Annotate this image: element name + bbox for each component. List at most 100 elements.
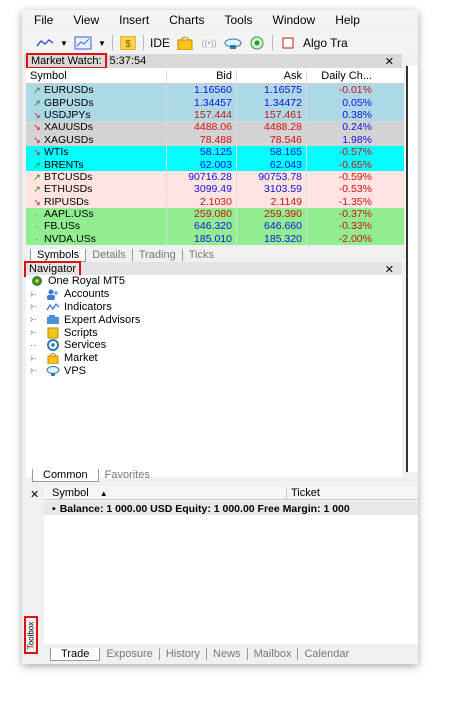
menu-help[interactable]: Help: [327, 13, 368, 27]
table-row[interactable]: ↘ XAUUSDs 4488.06 4488.28 0.24%: [26, 121, 404, 134]
ask-cell: 3103.59: [236, 183, 306, 196]
close-icon[interactable]: ✕: [30, 488, 39, 501]
tab-news[interactable]: News: [207, 648, 248, 660]
change-cell: 1.98%: [306, 133, 378, 146]
table-row[interactable]: · AAPL.USs 259.080 259.390 -0.37%: [26, 207, 404, 221]
menu-view[interactable]: View: [65, 13, 107, 27]
toolbar-separator: [143, 35, 144, 51]
menu-insert[interactable]: Insert: [111, 13, 157, 27]
toolbox-tabs: Trade Exposure History News Mailbox Cale…: [50, 646, 355, 662]
expand-icon[interactable]: ›·: [30, 301, 46, 312]
signals-icon[interactable]: ((•)): [200, 35, 218, 51]
column-header-ticket[interactable]: Ticket: [286, 486, 320, 499]
navigator-item-label: Services: [64, 339, 107, 352]
change-cell: -0.53%: [306, 183, 378, 196]
table-row[interactable]: · FB.USs 646.320 646.660 -0.33%: [26, 220, 404, 233]
column-header-bid[interactable]: Bid: [166, 69, 236, 82]
arrow-up-icon: ↗: [33, 97, 41, 108]
table-row[interactable]: ↘ RIPUSDs 2.1030 2.1149 -1.35%: [26, 195, 404, 208]
accounts-icon: [46, 288, 60, 301]
navigator-item-label: Market: [64, 352, 98, 365]
expand-icon[interactable]: ›·: [30, 289, 46, 300]
dot-icon: ·: [35, 233, 39, 244]
menu-file[interactable]: File: [26, 13, 61, 27]
symbol-cell: ↗ EURUSDs: [26, 84, 166, 96]
community-icon[interactable]: [248, 35, 266, 51]
tab-mailbox[interactable]: Mailbox: [248, 648, 299, 660]
column-header-symbol[interactable]: Symbol ▲: [44, 487, 286, 499]
vps-cloud-icon[interactable]: [224, 35, 242, 51]
navigator-item-vps[interactable]: ›· VPS: [26, 365, 402, 378]
chevron-down-icon[interactable]: ▼: [98, 35, 106, 51]
symbol-cell: ↘ WTIs: [26, 146, 166, 158]
ask-cell: 2.1149: [236, 195, 306, 208]
expand-icon[interactable]: ›·: [30, 327, 46, 338]
algo-trading-icon[interactable]: [279, 35, 297, 51]
ask-cell: 62.043: [236, 158, 306, 171]
mt5-logo-icon: [30, 275, 44, 287]
expand-icon[interactable]: ›·: [30, 353, 46, 364]
tab-ticks[interactable]: Ticks: [183, 249, 220, 261]
market-bag-icon[interactable]: [176, 35, 194, 51]
chart-window-icon[interactable]: [74, 35, 92, 51]
ide-button[interactable]: IDE: [150, 36, 170, 50]
navigator-item-market[interactable]: ›· Market: [26, 352, 402, 365]
navigator-item-expert-advisors[interactable]: ›· Expert Advisors: [26, 313, 402, 326]
tab-history[interactable]: History: [160, 648, 208, 660]
vps-icon: [46, 365, 60, 377]
column-header-daily-change[interactable]: Daily Ch...: [306, 69, 378, 82]
toolbar: ▼ ▼ $ IDE ((•)) Algo Tra: [22, 32, 418, 54]
table-row[interactable]: ↘ XAGUSDs 78.488 78.546 1.98%: [26, 133, 404, 146]
table-row[interactable]: ↘ WTIs 58.125 58.165 -0.57%: [26, 145, 404, 159]
ask-cell: 58.165: [236, 146, 306, 159]
tab-exposure[interactable]: Exposure: [100, 648, 160, 660]
column-header-ask[interactable]: Ask: [236, 69, 306, 82]
tab-details[interactable]: Details: [86, 249, 133, 262]
table-row[interactable]: ↗ EURUSDs 1.16560 1.16575 -0.01%: [26, 84, 404, 97]
table-row[interactable]: ↗ ETHUSDs 3099.49 3103.59 -0.53%: [26, 183, 404, 196]
toolbox-vertical-tab[interactable]: Toolbox: [24, 616, 38, 654]
symbol-name: NVDA.USs: [44, 232, 96, 245]
tab-common[interactable]: Common: [32, 468, 99, 482]
symbol-cell: · FB.USs: [26, 220, 166, 232]
symbol-cell: ↘ XAGUSDs: [26, 134, 166, 146]
menu-charts[interactable]: Charts: [161, 13, 212, 27]
chevron-down-icon[interactable]: ▼: [60, 35, 68, 51]
table-row[interactable]: ↗ GBPUSDs 1.34457 1.34472 0.05%: [26, 96, 404, 109]
tab-calendar[interactable]: Calendar: [298, 648, 355, 660]
symbol-name: ETHUSDs: [44, 183, 93, 196]
navigator-item-indicators[interactable]: ›· Indicators: [26, 301, 402, 314]
tab-trading[interactable]: Trading: [133, 249, 183, 262]
navigator-item-accounts[interactable]: ›· Accounts: [26, 288, 402, 301]
navigator-root[interactable]: One Royal MT5: [26, 275, 402, 288]
svg-text:$: $: [125, 39, 131, 50]
tab-favorites[interactable]: Favorites: [99, 469, 156, 481]
line-chart-icon[interactable]: [36, 35, 54, 51]
toolbar-separator: [272, 35, 274, 51]
algo-trading-button[interactable]: Algo Tra: [303, 36, 348, 50]
expand-icon[interactable]: ›·: [30, 365, 46, 376]
tab-symbols[interactable]: Symbols: [30, 248, 87, 262]
menu-window[interactable]: Window: [265, 13, 324, 27]
arrow-down-icon: ↘: [33, 109, 41, 120]
toolbox-body: [44, 515, 418, 644]
symbol-name: GBPUSDs: [44, 96, 94, 109]
navigator-item-label: Accounts: [64, 288, 110, 301]
table-row[interactable]: ↘ USDJPYs 157.444 157.461 0.38%: [26, 108, 404, 122]
close-icon[interactable]: ✕: [385, 55, 394, 68]
tab-trade[interactable]: Trade: [50, 647, 101, 661]
table-row[interactable]: · NVDA.USs 185.010 185.320 -2.00%: [26, 232, 404, 246]
menu-tools[interactable]: Tools: [217, 13, 261, 27]
table-row[interactable]: ↗ BTCUSDs 90716.28 90753.78 -0.59%: [26, 170, 404, 184]
table-row[interactable]: ↗ BRENTs 62.003 62.043 -0.65%: [26, 158, 404, 171]
symbol-name: WTIs: [44, 146, 69, 159]
column-header-symbol[interactable]: Symbol: [26, 70, 166, 82]
navigator-item-scripts[interactable]: ›· Scripts: [26, 326, 402, 339]
bid-cell: 58.125: [166, 146, 236, 159]
close-icon[interactable]: ✕: [385, 263, 394, 276]
arrow-up-icon: ↗: [33, 184, 41, 195]
dollar-icon[interactable]: $: [119, 35, 137, 51]
balance-row[interactable]: • Balance: 1 000.00 USD Equity: 1 000.00…: [44, 502, 418, 515]
navigator-item-services[interactable]: ·· Services: [26, 339, 402, 352]
expand-icon[interactable]: ›·: [30, 314, 46, 325]
